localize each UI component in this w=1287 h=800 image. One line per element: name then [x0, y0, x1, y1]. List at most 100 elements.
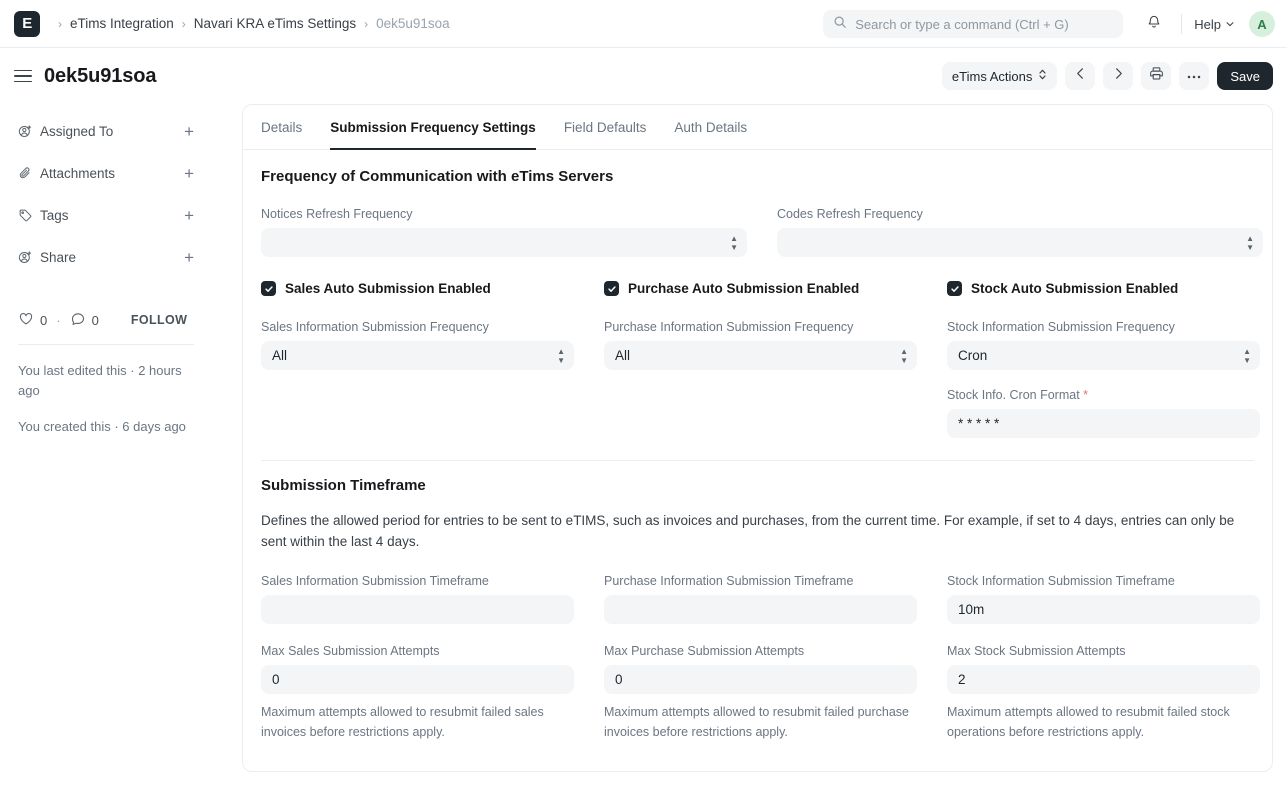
purchase-auto-submission-checkbox[interactable]	[604, 281, 619, 296]
sales-frequency-label: Sales Information Submission Frequency	[261, 320, 489, 334]
sales-timeframe-label: Sales Information Submission Timeframe	[261, 574, 489, 588]
stock-cron-field: Stock Info. Cron Format *	[947, 388, 1260, 438]
search-input[interactable]	[855, 16, 1114, 32]
form-tabs: Details Submission Frequency Settings Fi…	[243, 105, 1272, 150]
add-share-icon[interactable]: +	[184, 249, 214, 266]
sidebar-item-tags[interactable]: Tags +	[18, 194, 214, 236]
last-edited-note: You last edited this · 2 hours ago	[18, 363, 182, 398]
purchase-timeframe-input[interactable]	[604, 595, 917, 624]
paperclip-icon	[18, 166, 40, 181]
notices-refresh-label: Notices Refresh Frequency	[261, 207, 413, 221]
max-stock-attempts-input[interactable]	[947, 665, 1260, 694]
purchase-auto-submission-label: Purchase Auto Submission Enabled	[628, 281, 860, 296]
sales-auto-submission-label: Sales Auto Submission Enabled	[285, 281, 491, 296]
sales-auto-submission-checkbox-row[interactable]: Sales Auto Submission Enabled	[261, 281, 574, 296]
save-button[interactable]: Save	[1217, 62, 1273, 90]
sales-auto-submission-checkbox[interactable]	[261, 281, 276, 296]
follow-button[interactable]: FOLLOW	[131, 313, 188, 327]
page-title: 0ek5u91soa	[44, 64, 157, 87]
stock-cron-input[interactable]	[947, 409, 1260, 438]
purchase-submission-column: Purchase Auto Submission Enabled Purchas…	[604, 281, 947, 438]
add-assigned-to-icon[interactable]: +	[184, 123, 214, 140]
search-icon	[833, 15, 847, 34]
avatar[interactable]: A	[1249, 11, 1275, 37]
user-plus-icon	[18, 250, 40, 265]
sales-timeframe-input[interactable]	[261, 595, 574, 624]
tab-details[interactable]: Details	[261, 105, 302, 150]
top-navbar: E › eTims Integration › Navari KRA eTims…	[0, 0, 1287, 48]
breadcrumb-separator-icon: ›	[181, 16, 186, 31]
breadcrumb-item-current: 0ek5u91soa	[376, 16, 450, 31]
sidebar-label: Assigned To	[40, 123, 114, 139]
breadcrumb-item-navari-kra-etims-settings[interactable]: Navari KRA eTims Settings	[194, 16, 356, 31]
codes-refresh-label: Codes Refresh Frequency	[777, 207, 923, 221]
codes-refresh-field: Codes Refresh Frequency ▲ ▼	[777, 207, 1272, 257]
app-logo[interactable]: E	[14, 10, 40, 37]
notices-refresh-field: Notices Refresh Frequency ▲ ▼	[261, 207, 777, 257]
document-sidebar: Assigned To + Attachments + Tags + Share…	[14, 104, 214, 772]
more-options-button[interactable]	[1179, 62, 1210, 90]
chevron-down-icon	[1225, 17, 1235, 32]
sidebar-item-share[interactable]: Share +	[18, 236, 214, 278]
tab-submission-frequency-settings[interactable]: Submission Frequency Settings	[330, 105, 536, 150]
max-purchase-attempts-field: Max Purchase Submission Attempts Maximum…	[604, 644, 947, 742]
breadcrumb-separator-icon: ›	[58, 16, 62, 31]
sidebar-item-assigned-to[interactable]: Assigned To +	[18, 110, 214, 152]
purchase-timeframe-label: Purchase Information Submission Timefram…	[604, 574, 854, 588]
chevron-left-icon	[1074, 67, 1087, 85]
tag-icon	[18, 208, 40, 223]
purchase-frequency-label: Purchase Information Submission Frequenc…	[604, 320, 854, 334]
add-attachment-icon[interactable]: +	[184, 165, 214, 182]
max-stock-attempts-help: Maximum attempts allowed to resubmit fai…	[947, 705, 1230, 739]
add-tag-icon[interactable]: +	[184, 207, 214, 224]
heart-icon[interactable]	[18, 311, 34, 330]
global-search[interactable]	[823, 10, 1124, 38]
navbar-right-group: Help A	[823, 0, 1275, 48]
codes-refresh-select[interactable]	[777, 228, 1263, 257]
created-note: You created this · 6 days ago	[18, 419, 186, 434]
sidebar-item-attachments[interactable]: Attachments +	[18, 152, 214, 194]
form-card: Details Submission Frequency Settings Fi…	[242, 104, 1273, 772]
stock-auto-submission-checkbox-row[interactable]: Stock Auto Submission Enabled	[947, 281, 1260, 296]
max-purchase-attempts-input[interactable]	[604, 665, 917, 694]
sidebar-label: Attachments	[40, 165, 116, 181]
page-actions: eTims Actions Save	[941, 48, 1273, 104]
sales-frequency-select[interactable]: All	[261, 341, 574, 370]
breadcrumb-separator-icon: ›	[364, 16, 369, 31]
stock-auto-submission-checkbox[interactable]	[947, 281, 962, 296]
max-sales-attempts-input[interactable]	[261, 665, 574, 694]
tab-field-defaults[interactable]: Field Defaults	[564, 105, 647, 150]
max-stock-attempts-label: Max Stock Submission Attempts	[947, 644, 1126, 658]
comment-icon[interactable]	[70, 311, 86, 330]
breadcrumb: › eTims Integration › Navari KRA eTims S…	[50, 16, 450, 31]
social-separator: ·	[56, 312, 61, 328]
purchase-timeframe-field: Purchase Information Submission Timefram…	[604, 574, 947, 624]
document-social-row: 0 · 0 FOLLOW	[18, 306, 214, 334]
purchase-auto-submission-checkbox-row[interactable]: Purchase Auto Submission Enabled	[604, 281, 917, 296]
timeframe-section-title: Submission Timeframe	[261, 477, 426, 494]
refresh-frequency-row: Notices Refresh Frequency ▲ ▼ Codes Refre…	[261, 207, 1263, 257]
max-stock-attempts-field: Max Stock Submission Attempts Maximum at…	[947, 644, 1272, 742]
printer-icon	[1149, 66, 1164, 86]
max-attempts-row: Max Sales Submission Attempts Maximum at…	[261, 644, 1260, 742]
sidebar-label: Share	[40, 249, 77, 265]
notifications-button[interactable]	[1139, 9, 1169, 39]
auto-submission-row: Sales Auto Submission Enabled Sales Info…	[261, 281, 1260, 438]
ellipsis-icon	[1186, 67, 1202, 85]
tab-auth-details[interactable]: Auth Details	[674, 105, 747, 150]
next-document-button[interactable]	[1103, 62, 1134, 90]
stock-auto-submission-label: Stock Auto Submission Enabled	[971, 281, 1179, 296]
notices-refresh-select[interactable]	[261, 228, 747, 257]
max-sales-attempts-help: Maximum attempts allowed to resubmit fai…	[261, 705, 544, 739]
chevron-right-icon	[1112, 67, 1125, 85]
help-menu[interactable]: Help	[1194, 17, 1235, 32]
print-button[interactable]	[1141, 62, 1172, 90]
purchase-frequency-select[interactable]: All	[604, 341, 917, 370]
breadcrumb-item-etims-integration[interactable]: eTims Integration	[70, 16, 174, 31]
stock-timeframe-input[interactable]	[947, 595, 1260, 624]
stock-frequency-select[interactable]: Cron	[947, 341, 1260, 370]
sidebar-toggle-icon[interactable]	[14, 69, 32, 83]
previous-document-button[interactable]	[1065, 62, 1096, 90]
max-purchase-attempts-label: Max Purchase Submission Attempts	[604, 644, 805, 658]
etims-actions-dropdown[interactable]: eTims Actions	[941, 62, 1058, 90]
